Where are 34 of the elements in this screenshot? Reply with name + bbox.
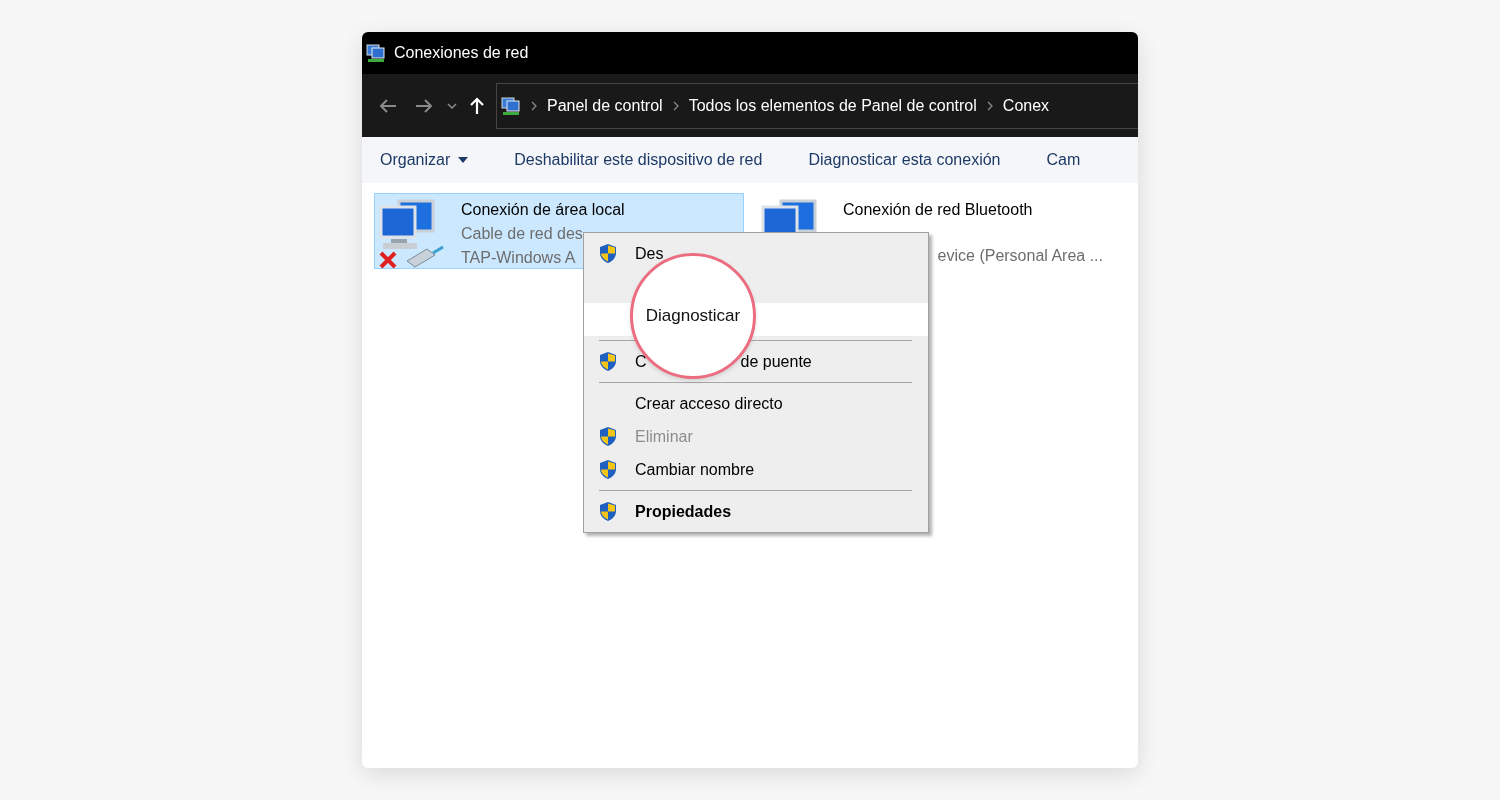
shield-icon — [599, 426, 617, 447]
menu-item[interactable]: Propiedades — [584, 495, 928, 528]
network-folder-icon — [366, 43, 386, 63]
toolbar-button[interactable]: Diagnosticar esta conexión — [808, 151, 1001, 169]
back-arrow-icon — [379, 97, 397, 114]
toolbar-button[interactable]: Deshabilitar este dispositivo de red — [514, 151, 763, 169]
menu-item[interactable]: Cambiar nombre — [584, 453, 928, 486]
chevron-right-icon — [531, 100, 537, 111]
connection-device: TAP-Windows A — [461, 248, 576, 268]
chevron-down-icon — [447, 102, 457, 109]
caret-icon — [458, 157, 469, 163]
address-bar[interactable]: Panel de control Todos los elementos de Panel de control Conex — [496, 82, 1138, 129]
connection-status: Cable de red des — [461, 224, 583, 244]
connection-device: evice (Personal Area ... — [937, 246, 1103, 266]
magnified-label: Diagnosticar — [645, 306, 741, 326]
toolbar-button[interactable]: Organizar — [380, 151, 469, 169]
shield-icon — [599, 351, 617, 372]
shield-icon — [599, 243, 617, 264]
connection-name: Conexión de red Bluetooth — [843, 200, 1033, 220]
breadcrumb[interactable]: Todos los elementos de Panel de control — [688, 96, 977, 115]
connection-name: Conexión de área local — [461, 200, 625, 220]
shield-icon — [599, 501, 617, 522]
chevron-right-icon — [986, 100, 993, 111]
shield-icon — [599, 459, 617, 480]
menu-item[interactable]: C de puente — [584, 345, 928, 378]
forward-arrow-icon — [415, 97, 433, 114]
window-title: Conexiones de red — [394, 44, 529, 62]
menu-item[interactable]: Crear acceso directo — [584, 387, 928, 420]
toolbar-button[interactable]: Cam — [1046, 151, 1081, 169]
breadcrumb[interactable]: Conex — [1002, 96, 1050, 115]
breadcrumb[interactable]: Panel de control — [547, 96, 663, 115]
control-panel-icon — [501, 95, 521, 116]
chevron-right-icon — [672, 100, 679, 111]
up-arrow-icon — [469, 96, 485, 115]
